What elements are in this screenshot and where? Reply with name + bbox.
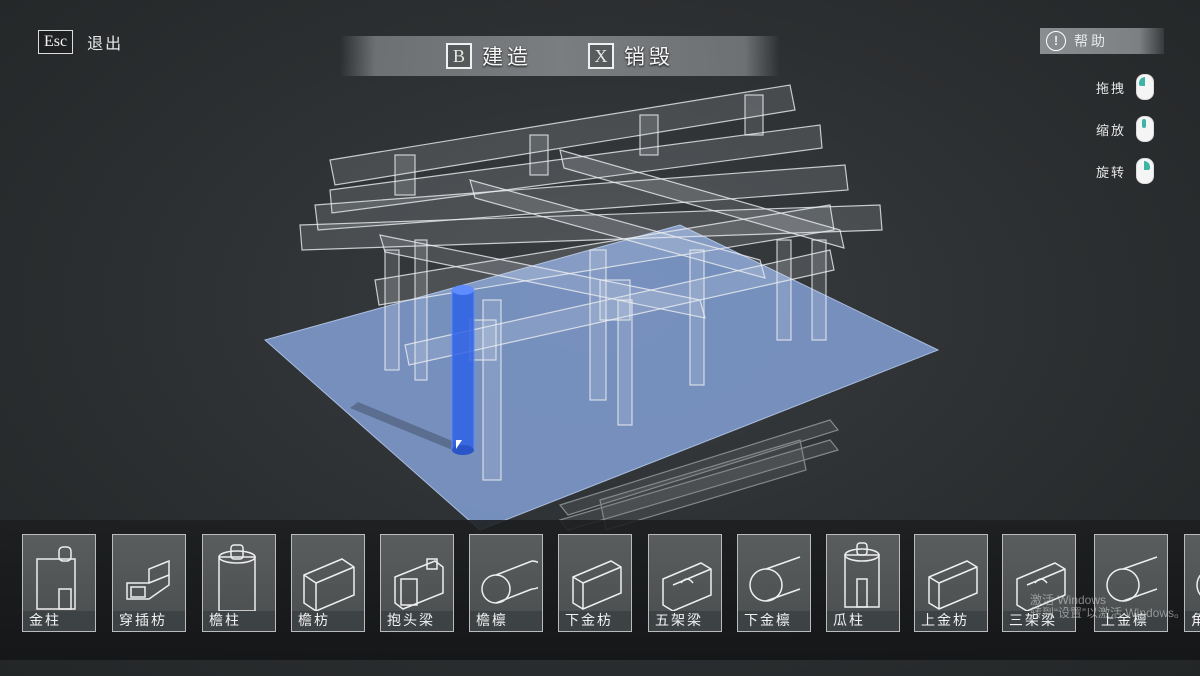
part-card[interactable]: 檐枋	[291, 534, 365, 632]
part-label: 角	[1185, 611, 1200, 631]
watermark-line2: 转到“设置”以激活 Windows。	[1030, 606, 1187, 620]
part-label: 五架梁	[649, 611, 721, 631]
build-label: 建造	[482, 45, 532, 69]
selected-pillar	[451, 285, 475, 455]
part-card[interactable]: 上金枋	[914, 534, 988, 632]
part-card[interactable]: 檐柱	[202, 534, 276, 632]
rotate-label: 旋转	[1096, 165, 1127, 181]
short-pillar-icon	[844, 542, 880, 608]
part-card[interactable]: 五架梁	[648, 534, 722, 632]
part-label: 檐柱	[203, 611, 275, 631]
mouse-cursor-icon	[456, 440, 462, 449]
exclamation-icon: !	[1046, 31, 1066, 51]
part-card[interactable]: 角	[1184, 534, 1200, 632]
eave-pillar-icon	[218, 544, 256, 611]
part-card[interactable]: 下金枋	[558, 534, 632, 632]
part-label: 檐檩	[470, 611, 542, 631]
part-label: 下金枋	[559, 611, 631, 631]
help-label: 帮助	[1074, 34, 1108, 50]
control-zoom: 缩放	[1096, 116, 1155, 142]
mouse-right-button-icon	[1136, 158, 1155, 184]
part-card[interactable]: 瓜柱	[826, 534, 900, 632]
x-key-icon: X	[588, 43, 614, 69]
upper-beam-icon	[928, 560, 978, 610]
parts-toolbar: 金柱 穿插枋 檐柱 檐枋 抱头梁 檐檩 下金枋 五架梁 下金檩 瓜柱 上金枋 三…	[0, 520, 1200, 660]
corner-icon	[1196, 574, 1200, 596]
part-card[interactable]: 下金檩	[737, 534, 811, 632]
esc-key-icon[interactable]: Esc	[38, 30, 74, 54]
control-rotate: 旋转	[1096, 158, 1155, 184]
build-action[interactable]: B 建造	[446, 41, 532, 71]
head-beam-icon	[394, 558, 444, 610]
lower-beam-icon	[572, 560, 622, 610]
drag-label: 拖拽	[1096, 81, 1127, 97]
part-card[interactable]: 抱头梁	[380, 534, 454, 632]
destroy-label: 销毁	[624, 45, 674, 69]
exit-label: 退出	[87, 34, 124, 53]
part-label: 檐枋	[292, 611, 364, 631]
part-card[interactable]: 金柱	[22, 534, 96, 632]
part-label: 抱头梁	[381, 611, 453, 631]
mouse-wheel-icon	[1136, 116, 1155, 142]
eave-purlin-icon	[481, 560, 538, 604]
part-label: 金柱	[23, 611, 95, 631]
destroy-action[interactable]: X 销毁	[588, 41, 674, 71]
part-label: 上金枋	[915, 611, 987, 631]
control-drag: 拖拽	[1096, 74, 1155, 100]
tie-beam-icon	[126, 559, 170, 600]
zoom-label: 缩放	[1096, 123, 1127, 139]
part-label: 下金檩	[738, 611, 810, 631]
five-span-beam-icon	[662, 562, 712, 611]
part-card[interactable]: 檐檩	[469, 534, 543, 632]
lower-purlin-icon	[749, 556, 801, 602]
part-card[interactable]: 穿插枋	[112, 534, 186, 632]
action-banner: B 建造 X 销毁	[340, 36, 780, 76]
mouse-left-button-icon	[1136, 74, 1155, 100]
windows-activation-watermark: 激活 Windows 转到“设置”以激活 Windows。	[1030, 594, 1186, 620]
help-button[interactable]: ! 帮助	[1040, 28, 1164, 54]
pillar-icon	[36, 546, 76, 610]
b-key-icon: B	[446, 43, 472, 69]
eave-beam-icon	[303, 558, 355, 611]
part-label: 穿插枋	[113, 611, 185, 631]
exit-control[interactable]: Esc 退出	[38, 30, 123, 54]
part-label: 瓜柱	[827, 611, 899, 631]
